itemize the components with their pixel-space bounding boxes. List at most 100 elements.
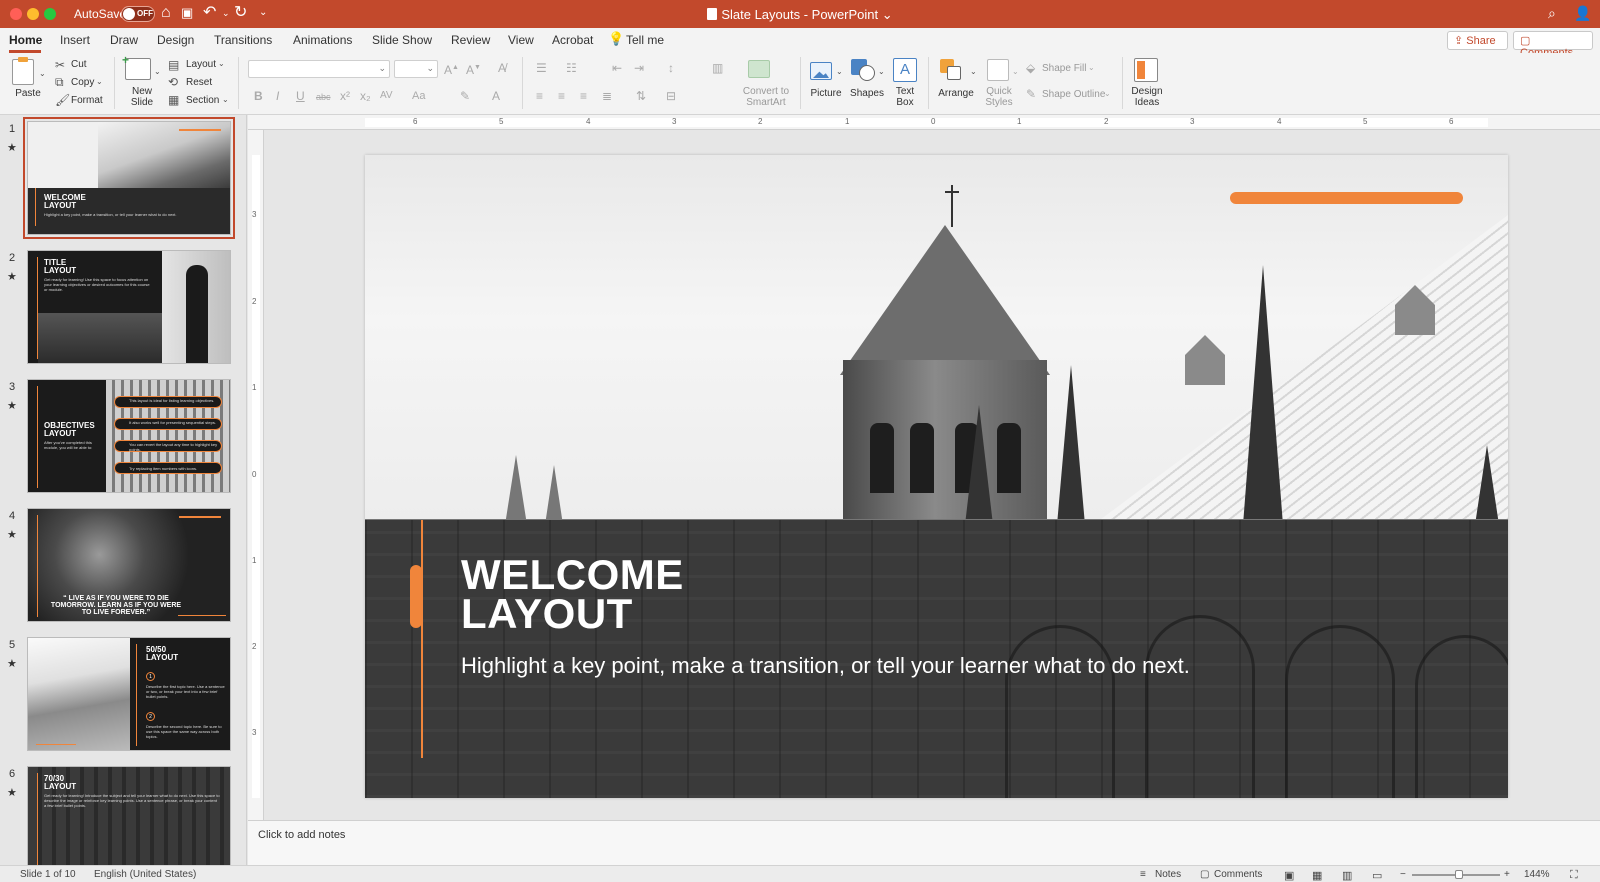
tell-me-search[interactable]: Tell me xyxy=(626,33,664,47)
tab-slide-show[interactable]: Slide Show xyxy=(372,33,432,47)
shapes-dropdown-icon[interactable]: ⌄ xyxy=(878,65,885,79)
text-box-icon[interactable]: A xyxy=(893,58,917,82)
tab-view[interactable]: View xyxy=(508,33,534,47)
slideshow-view-icon[interactable]: ▭ xyxy=(1372,869,1382,882)
design-ideas-label[interactable]: Design Ideas xyxy=(1128,86,1166,108)
font-family-select[interactable]: ⌄ xyxy=(248,60,390,78)
paste-icon[interactable] xyxy=(12,57,34,85)
text-box-label[interactable]: Text Box xyxy=(890,86,920,108)
share-button[interactable]: ⇪ Share xyxy=(1447,31,1508,50)
slide-thumbnail-2[interactable]: TITLE LAYOUT Get ready for learning! Use … xyxy=(27,250,231,364)
reset-icon[interactable]: ⟲ xyxy=(168,75,178,89)
zoom-in-icon[interactable]: + xyxy=(1504,869,1510,880)
slide-sorter-icon[interactable]: ▦ xyxy=(1312,869,1322,882)
slide-subtitle[interactable]: Highlight a key point, make a transition… xyxy=(461,653,1491,679)
paste-label[interactable]: Paste xyxy=(10,88,46,99)
decrease-indent-icon[interactable]: ⇤ xyxy=(612,61,622,75)
copy-dropdown-icon[interactable]: ⌄ xyxy=(96,75,103,89)
bold-button[interactable]: B xyxy=(254,89,263,103)
shape-fill-dropdown-icon[interactable]: ⌄ xyxy=(1088,61,1095,75)
format-painter-button[interactable]: Format xyxy=(71,95,103,106)
picture-label[interactable]: Picture xyxy=(808,88,844,99)
smartart-icon[interactable] xyxy=(748,60,770,78)
text-direction-icon[interactable]: ⇅ xyxy=(636,89,646,103)
underline-button[interactable]: U xyxy=(296,89,305,103)
clear-formatting-icon[interactable]: A̸ xyxy=(498,61,506,75)
layout-button[interactable]: Layout xyxy=(186,59,216,70)
cut-button[interactable]: Cut xyxy=(71,59,87,70)
comments-toggle-button[interactable]: Comments xyxy=(1214,869,1262,880)
tab-design[interactable]: Design xyxy=(157,33,194,47)
zoom-level[interactable]: 144% xyxy=(1524,869,1550,880)
tab-transitions[interactable]: Transitions xyxy=(214,33,272,47)
fit-to-window-icon[interactable]: ⛶ xyxy=(1570,869,1578,882)
highlight-icon[interactable]: ✎ xyxy=(460,89,470,103)
italic-button[interactable]: I xyxy=(276,89,279,103)
layout-dropdown-icon[interactable]: ⌄ xyxy=(218,57,225,71)
strikethrough-button[interactable]: abc xyxy=(316,90,331,104)
shape-outline-dropdown-icon[interactable]: ⌄ xyxy=(1104,87,1111,101)
font-color-button[interactable]: A xyxy=(492,89,500,103)
slide-thumbnail-1[interactable]: WELCOME LAYOUT Highlight a key point, mak… xyxy=(23,117,235,239)
slide-title[interactable]: WELCOME LAYOUT xyxy=(461,554,1161,635)
slide-thumbnail-3[interactable]: OBJECTIVES LAYOUT After you've completed … xyxy=(27,379,231,493)
picture-icon[interactable] xyxy=(810,62,832,80)
shapes-label[interactable]: Shapes xyxy=(848,88,886,99)
accent-pill[interactable] xyxy=(410,565,422,628)
reset-button[interactable]: Reset xyxy=(186,77,212,88)
new-slide-icon[interactable]: + xyxy=(122,54,151,80)
reading-view-icon[interactable]: ▥ xyxy=(1342,869,1352,882)
align-text-icon[interactable]: ⊟ xyxy=(666,89,676,103)
quick-styles-label[interactable]: Quick Styles xyxy=(980,86,1018,108)
quick-styles-dropdown-icon[interactable]: ⌄ xyxy=(1012,65,1019,79)
accent-bar-top[interactable] xyxy=(1230,192,1463,204)
accent-vertical-line[interactable] xyxy=(421,520,423,758)
notes-toggle-icon[interactable]: ≡ xyxy=(1140,869,1146,880)
search-icon[interactable]: ⌕ xyxy=(1548,4,1556,22)
arrange-dropdown-icon[interactable]: ⌄ xyxy=(970,65,977,79)
line-spacing-icon[interactable]: ↕ xyxy=(668,61,674,75)
section-dropdown-icon[interactable]: ⌄ xyxy=(222,93,229,107)
new-slide-label[interactable]: New Slide xyxy=(124,86,160,108)
format-painter-icon[interactable]: 🖌 xyxy=(55,93,70,107)
slide-thumbnail-4[interactable]: “ LIVE AS IF YOU WERE TO DIE TOMORROW. L… xyxy=(27,508,231,622)
slide-thumbnail-5[interactable]: 50/50 LAYOUT 1 Describe the first topic h… xyxy=(27,637,231,751)
new-slide-dropdown-icon[interactable]: ⌄ xyxy=(154,65,161,79)
align-left-icon[interactable]: ≡ xyxy=(536,89,543,103)
copy-icon[interactable]: ⧉ xyxy=(55,75,64,89)
shape-fill-button[interactable]: Shape Fill xyxy=(1042,63,1086,74)
shape-outline-button[interactable]: Shape Outline xyxy=(1042,89,1105,100)
increase-font-icon[interactable]: A▲ xyxy=(444,61,459,77)
layout-icon[interactable]: ▤ xyxy=(168,58,179,72)
paste-dropdown-icon[interactable]: ⌄ xyxy=(39,67,46,81)
tab-insert[interactable]: Insert xyxy=(60,33,90,47)
picture-dropdown-icon[interactable]: ⌄ xyxy=(836,65,843,79)
language-status[interactable]: English (United States) xyxy=(94,869,196,880)
numbering-icon[interactable]: ☷ xyxy=(566,61,577,75)
align-right-icon[interactable]: ≡ xyxy=(580,89,587,103)
slide-thumbnail-6[interactable]: 70/30 LAYOUT Get ready for learning! Intr… xyxy=(27,766,231,865)
quick-styles-icon[interactable] xyxy=(987,59,1009,81)
arrange-label[interactable]: Arrange xyxy=(936,88,976,99)
copy-button[interactable]: Copy xyxy=(71,77,94,88)
zoom-slider-handle[interactable] xyxy=(1455,870,1463,879)
tab-acrobat[interactable]: Acrobat xyxy=(552,33,593,47)
title-chevron-icon[interactable]: ⌄ xyxy=(882,7,893,22)
account-icon[interactable]: 👤 xyxy=(1574,4,1591,22)
current-slide[interactable]: WELCOME LAYOUT Highlight a key point, mak… xyxy=(365,155,1508,798)
columns-icon[interactable]: ▥ xyxy=(712,61,723,75)
comment-icon[interactable]: ▢ xyxy=(1200,869,1209,880)
justify-icon[interactable]: ≣ xyxy=(602,89,612,103)
design-ideas-icon[interactable] xyxy=(1134,58,1158,82)
superscript-button[interactable]: x² xyxy=(340,89,350,103)
notes-toggle-button[interactable]: Notes xyxy=(1155,869,1181,880)
align-center-icon[interactable]: ≡ xyxy=(558,89,565,103)
font-size-select[interactable]: ⌄ xyxy=(394,60,438,78)
pen-icon[interactable]: ✎ xyxy=(1026,87,1036,101)
notes-placeholder[interactable]: Click to add notes xyxy=(258,829,345,841)
tab-animations[interactable]: Animations xyxy=(293,33,352,47)
scissors-icon[interactable]: ✂ xyxy=(55,58,65,72)
bullets-icon[interactable]: ☰ xyxy=(536,61,547,75)
comments-button[interactable]: ▢ Comments xyxy=(1513,31,1593,59)
change-case-button[interactable]: Aa xyxy=(412,89,425,103)
